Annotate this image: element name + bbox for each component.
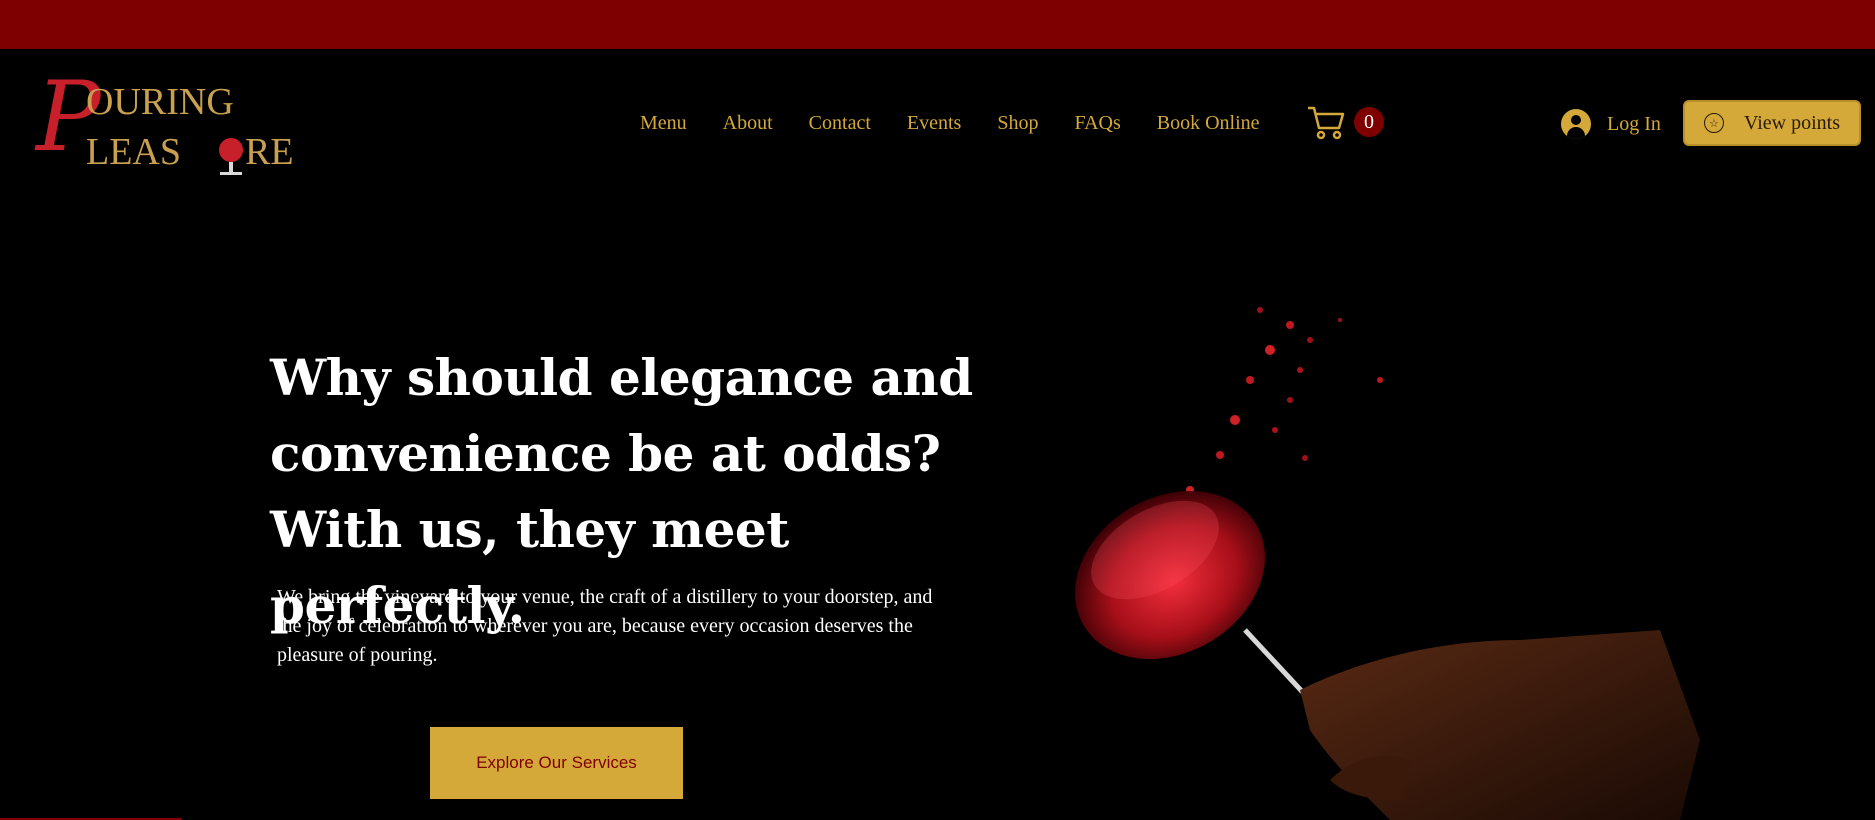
hero-subtext: We bring the vineyard to your venue, the… — [277, 586, 933, 666]
cart-button[interactable]: 0 — [1306, 104, 1384, 140]
view-points-label: View points — [1743, 111, 1840, 134]
svg-text:RE: RE — [245, 131, 293, 173]
star-circle-icon: ☆ — [1703, 113, 1724, 133]
cart-icon — [1306, 104, 1346, 140]
wine-glass-image — [1060, 280, 1720, 820]
explore-services-button[interactable]: Explore Our Services — [430, 727, 683, 799]
login-label: Log In — [1607, 112, 1661, 135]
cart-count-badge: 0 — [1354, 107, 1384, 137]
top-banner — [0, 0, 1875, 49]
nav-item-contact[interactable]: Contact — [809, 112, 871, 135]
user-icon — [1561, 109, 1591, 139]
nav-item-events[interactable]: Events — [907, 112, 961, 135]
nav-item-shop[interactable]: Shop — [997, 112, 1038, 135]
svg-text:LEAS: LEAS — [86, 131, 181, 173]
nav-item-book-online[interactable]: Book Online — [1157, 112, 1260, 135]
nav-item-about[interactable]: About — [723, 112, 773, 135]
login-button[interactable]: Log In — [1561, 109, 1661, 139]
view-points-button[interactable]: ☆ View points — [1683, 100, 1861, 146]
main-nav: Menu About Contact Events Shop FAQs Book… — [640, 112, 1296, 135]
nav-item-faqs[interactable]: FAQs — [1074, 112, 1120, 135]
svg-text:OURING: OURING — [86, 81, 234, 123]
brand-logo[interactable]: P OURING LEAS RE — [28, 68, 293, 178]
nav-item-menu[interactable]: Menu — [640, 112, 687, 135]
